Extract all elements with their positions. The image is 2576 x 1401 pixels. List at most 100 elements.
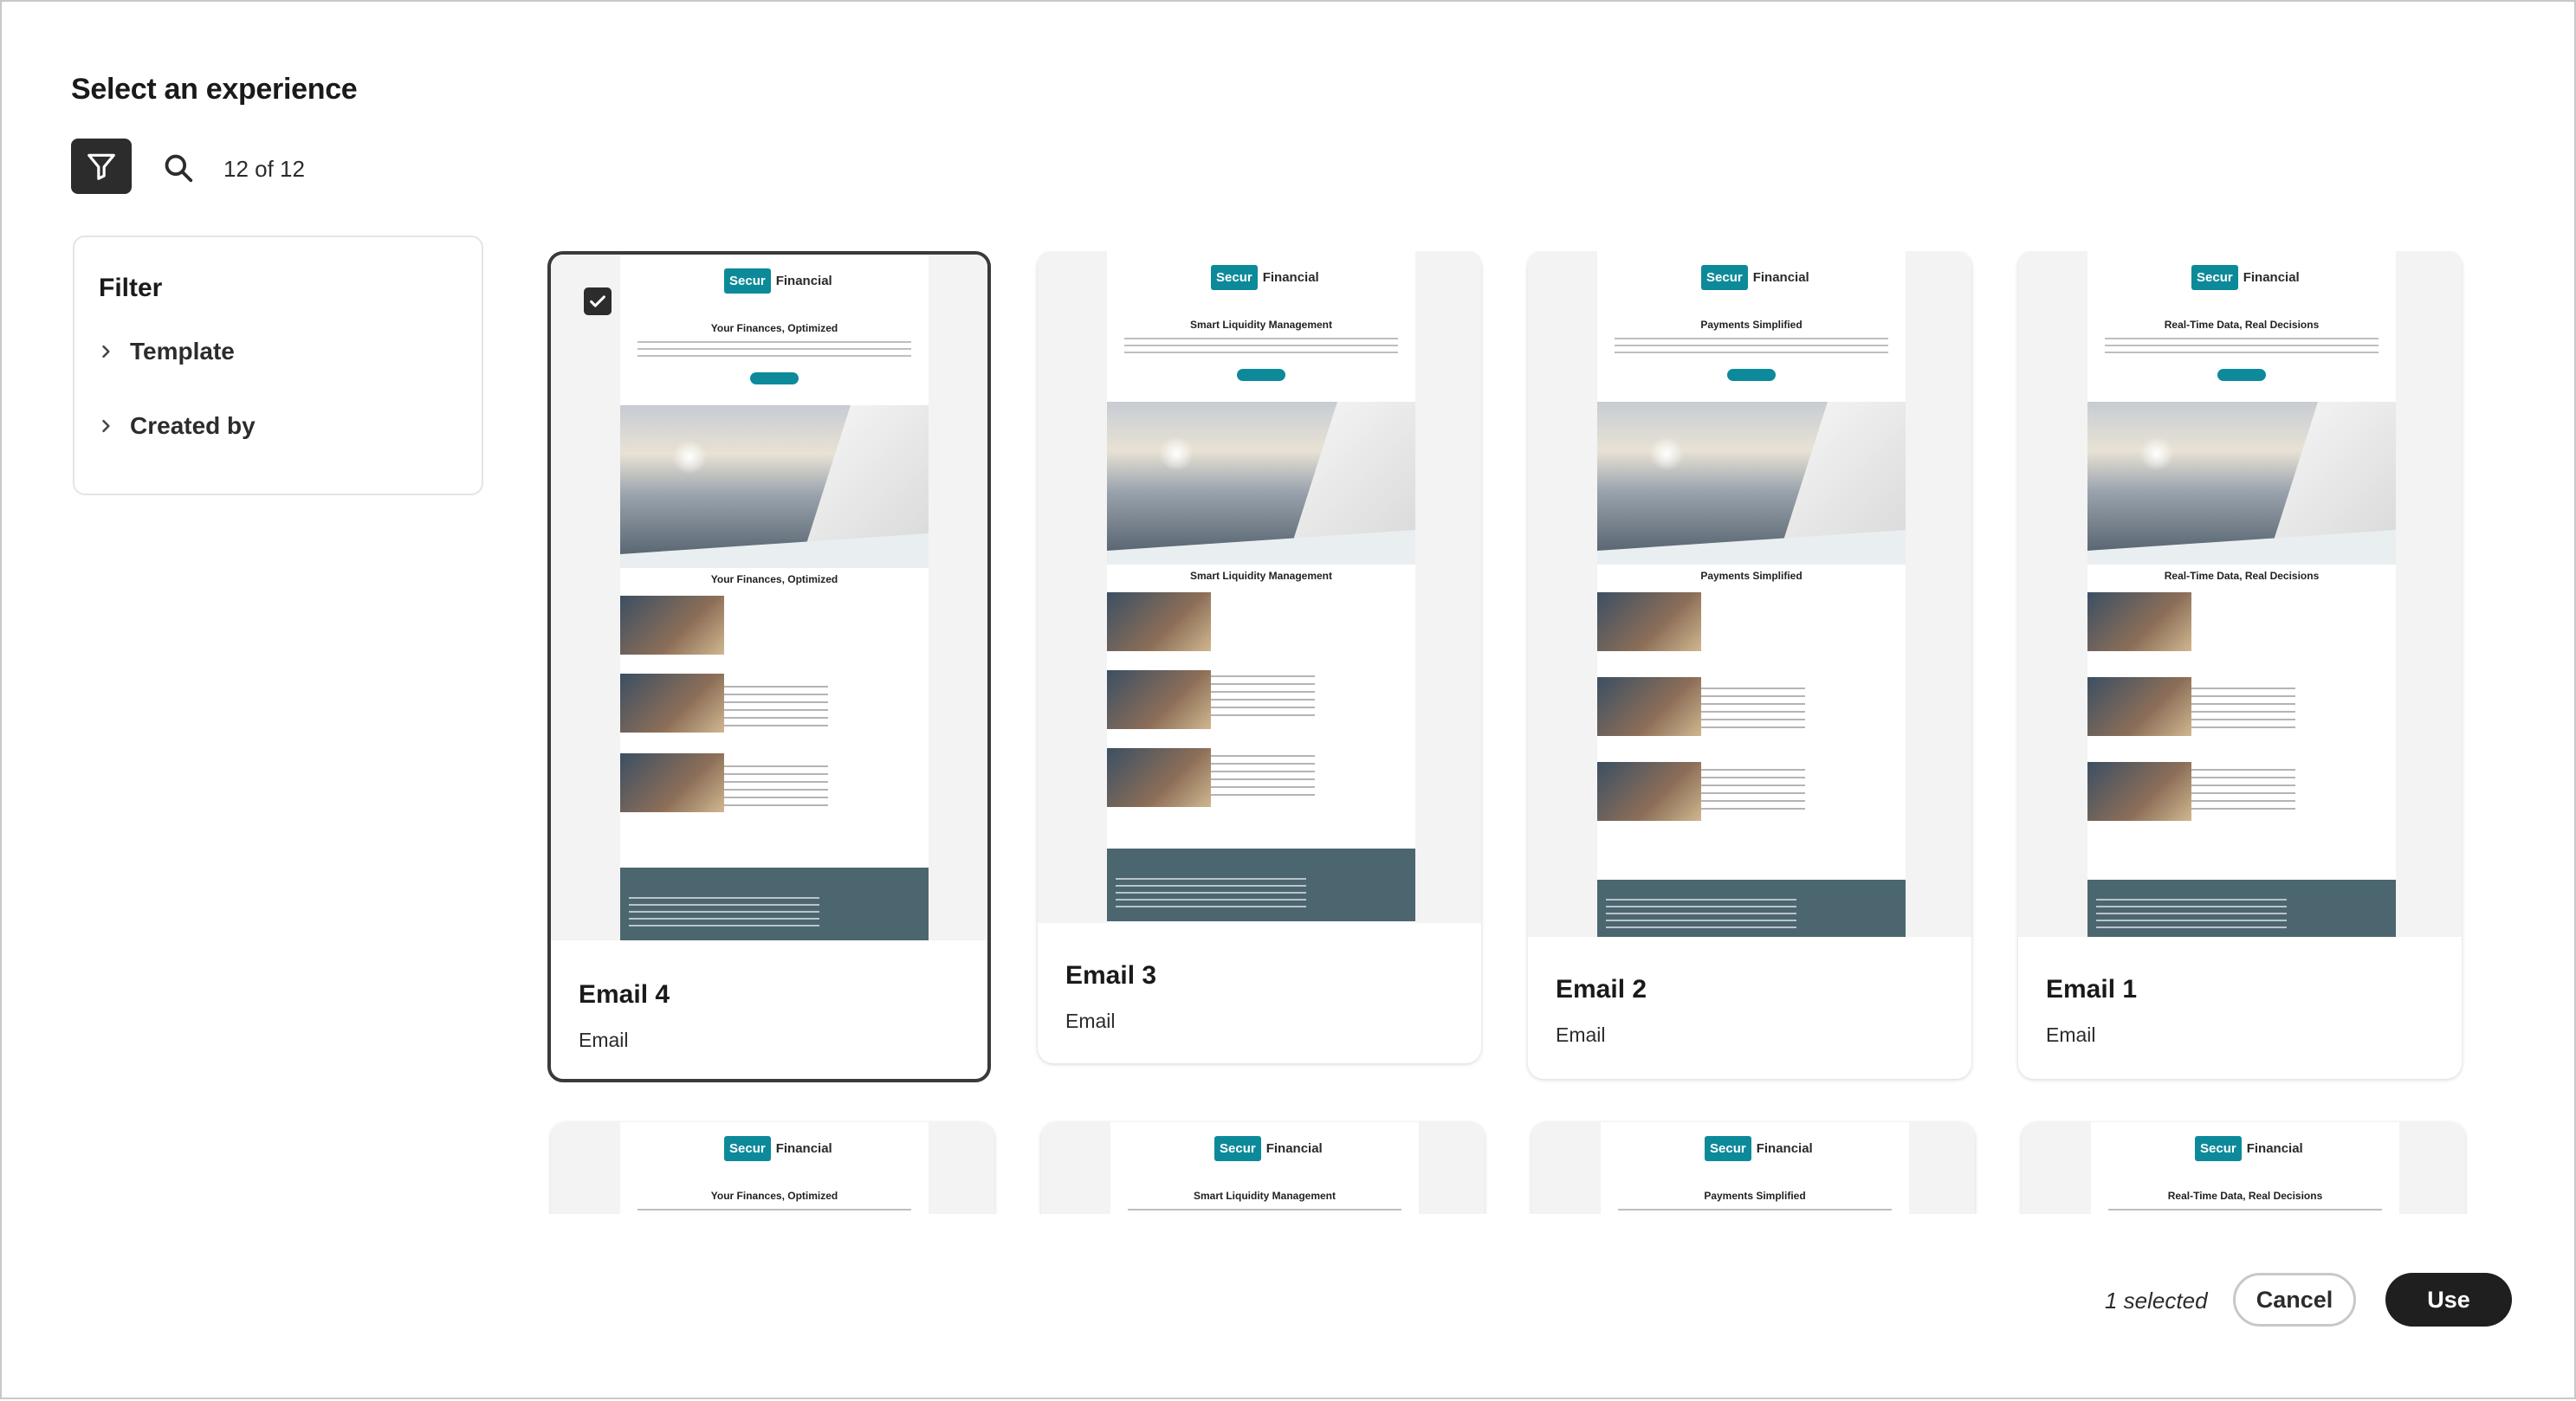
email-preview: Secur Financial Real-Time Data, Real Deci… bbox=[2091, 1122, 2399, 1214]
preview-text bbox=[1701, 769, 1805, 812]
preview-image bbox=[620, 674, 724, 733]
brand-logo: Secur Financial bbox=[1701, 265, 1809, 290]
dialog-title: Select an experience bbox=[71, 73, 358, 106]
card-thumbnail: Secur Financial Your Finances, Optimized … bbox=[551, 255, 987, 940]
experience-card[interactable]: Secur Financial Real-Time Data, Real Deci… bbox=[2022, 1122, 2465, 1214]
filter-item-label: Template bbox=[130, 338, 235, 365]
filter-item-created-by[interactable]: Created by bbox=[97, 412, 256, 440]
card-thumbnail: Secur Financial Smart Liquidity Managemen… bbox=[1041, 1122, 1485, 1214]
preview-image bbox=[620, 753, 724, 812]
brand-logo-text: Financial bbox=[1265, 1141, 1323, 1156]
brand-logo: Secur Financial bbox=[1214, 1136, 1323, 1161]
card-type: Email bbox=[1556, 1023, 1606, 1046]
card-title: Email 3 bbox=[1065, 961, 1157, 990]
experience-grid: Secur Financial Your Finances, Optimized … bbox=[547, 251, 2527, 1214]
card-title: Email 2 bbox=[1556, 975, 1647, 1004]
brand-logo: Secur Financial bbox=[2191, 265, 2300, 290]
preview-headline: Smart Liquidity Management bbox=[1189, 319, 1333, 331]
preview-headline: Your Finances, Optimized bbox=[710, 322, 838, 334]
preview-body-text bbox=[2105, 338, 2379, 358]
preview-headline: Smart Liquidity Management bbox=[1193, 1190, 1337, 1202]
card-thumbnail: Secur Financial Payments Simplified bbox=[1531, 1122, 1975, 1214]
preview-hero-image bbox=[2087, 402, 2396, 565]
preview-text bbox=[2191, 769, 2295, 812]
experience-card-email-3[interactable]: Secur Financial Smart Liquidity Managemen… bbox=[1038, 251, 1481, 1063]
preview-text bbox=[724, 765, 828, 809]
chevron-right-icon bbox=[102, 345, 110, 358]
card-thumbnail: Secur Financial Smart Liquidity Managemen… bbox=[1038, 251, 1481, 923]
filter-icon bbox=[87, 153, 115, 180]
filter-panel: Filter Template Created by bbox=[73, 236, 483, 495]
use-button[interactable]: Use bbox=[2385, 1273, 2512, 1327]
email-preview: Secur Financial Your Finances, Optimized bbox=[620, 1122, 929, 1214]
filter-toggle-button[interactable] bbox=[71, 139, 132, 194]
preview-text bbox=[1211, 755, 1315, 798]
experience-card-email-2[interactable]: Secur Financial Payments Simplified Payme… bbox=[1528, 251, 1971, 1079]
experience-card[interactable]: Secur Financial Your Finances, Optimized bbox=[551, 1122, 994, 1214]
email-preview: Secur Financial Payments Simplified bbox=[1601, 1122, 1909, 1214]
brand-logo: Secur Financial bbox=[724, 268, 832, 294]
preview-image bbox=[2087, 762, 2191, 821]
preview-footer bbox=[620, 868, 929, 940]
brand-logo-box: Secur bbox=[724, 268, 771, 294]
brand-logo-box: Secur bbox=[1214, 1136, 1261, 1161]
filter-item-label: Created by bbox=[130, 412, 256, 439]
brand-logo-box: Secur bbox=[2191, 265, 2238, 290]
preview-section-title: Smart Liquidity Management bbox=[1189, 570, 1333, 582]
preview-text bbox=[1701, 688, 1805, 731]
email-preview: Secur Financial Smart Liquidity Managemen… bbox=[1107, 251, 1415, 923]
preview-hero-image bbox=[1107, 402, 1415, 565]
card-thumbnail: Secur Financial Real-Time Data, Real Deci… bbox=[2022, 1122, 2465, 1214]
email-preview: Secur Financial Real-Time Data, Real Deci… bbox=[2087, 251, 2396, 937]
preview-footer bbox=[1597, 880, 1906, 937]
preview-cta bbox=[1727, 369, 1776, 381]
card-title: Email 4 bbox=[579, 980, 670, 1009]
cancel-button[interactable]: Cancel bbox=[2233, 1273, 2356, 1327]
card-checkbox[interactable] bbox=[584, 287, 612, 315]
preview-image bbox=[1597, 592, 1701, 651]
preview-hero-image bbox=[620, 405, 929, 568]
preview-footer bbox=[1107, 849, 1415, 921]
experience-dialog: Select an experience 12 of 12 Filter Tem… bbox=[0, 0, 2576, 1399]
experience-card-email-4[interactable]: Secur Financial Your Finances, Optimized … bbox=[547, 251, 991, 1082]
filter-title: Filter bbox=[99, 274, 163, 302]
brand-logo: Secur Financial bbox=[724, 1136, 832, 1161]
experience-card[interactable]: Secur Financial Smart Liquidity Managemen… bbox=[1041, 1122, 1485, 1214]
brand-logo-box: Secur bbox=[1705, 1136, 1751, 1161]
brand-logo-box: Secur bbox=[724, 1136, 771, 1161]
brand-logo: Secur Financial bbox=[1211, 265, 1319, 290]
dialog-footer: 1 selected Cancel Use bbox=[2, 1214, 2576, 1401]
preview-cta bbox=[2217, 369, 2266, 381]
preview-hero-image bbox=[1597, 402, 1906, 565]
card-type: Email bbox=[2046, 1023, 2096, 1046]
email-preview: Secur Financial Payments Simplified Payme… bbox=[1597, 251, 1906, 937]
search-button[interactable] bbox=[158, 147, 199, 189]
experience-card-email-1[interactable]: Secur Financial Real-Time Data, Real Deci… bbox=[2018, 251, 2462, 1079]
brand-logo-text: Financial bbox=[1752, 270, 1809, 285]
brand-logo-text: Financial bbox=[775, 274, 832, 288]
experience-card[interactable]: Secur Financial Payments Simplified bbox=[1531, 1122, 1975, 1214]
brand-logo-text: Financial bbox=[1262, 270, 1319, 285]
preview-footer bbox=[2087, 880, 2396, 937]
card-thumbnail: Secur Financial Real-Time Data, Real Deci… bbox=[2018, 251, 2462, 937]
preview-image bbox=[1107, 670, 1211, 729]
brand-logo-box: Secur bbox=[1701, 265, 1748, 290]
preview-image bbox=[1107, 748, 1211, 807]
preview-image bbox=[1107, 592, 1211, 651]
selected-count: 1 selected bbox=[2105, 1288, 2208, 1314]
checkmark-icon bbox=[590, 295, 605, 307]
brand-logo-text: Financial bbox=[2246, 1141, 2303, 1156]
brand-logo-box: Secur bbox=[1211, 265, 1258, 290]
preview-headline: Payments Simplified bbox=[1700, 319, 1803, 331]
filter-item-template[interactable]: Template bbox=[97, 338, 235, 365]
email-preview: Secur Financial Your Finances, Optimized … bbox=[620, 255, 929, 940]
preview-image bbox=[1597, 677, 1701, 736]
preview-headline: Real-Time Data, Real Decisions bbox=[2167, 1190, 2323, 1202]
preview-headline: Payments Simplified bbox=[1704, 1190, 1806, 1202]
preview-section-title: Your Finances, Optimized bbox=[710, 573, 838, 585]
card-type: Email bbox=[579, 1029, 629, 1051]
preview-text bbox=[724, 686, 828, 729]
preview-body-text bbox=[638, 341, 911, 362]
preview-body-text bbox=[1615, 338, 1888, 358]
brand-logo-text: Financial bbox=[1756, 1141, 1813, 1156]
